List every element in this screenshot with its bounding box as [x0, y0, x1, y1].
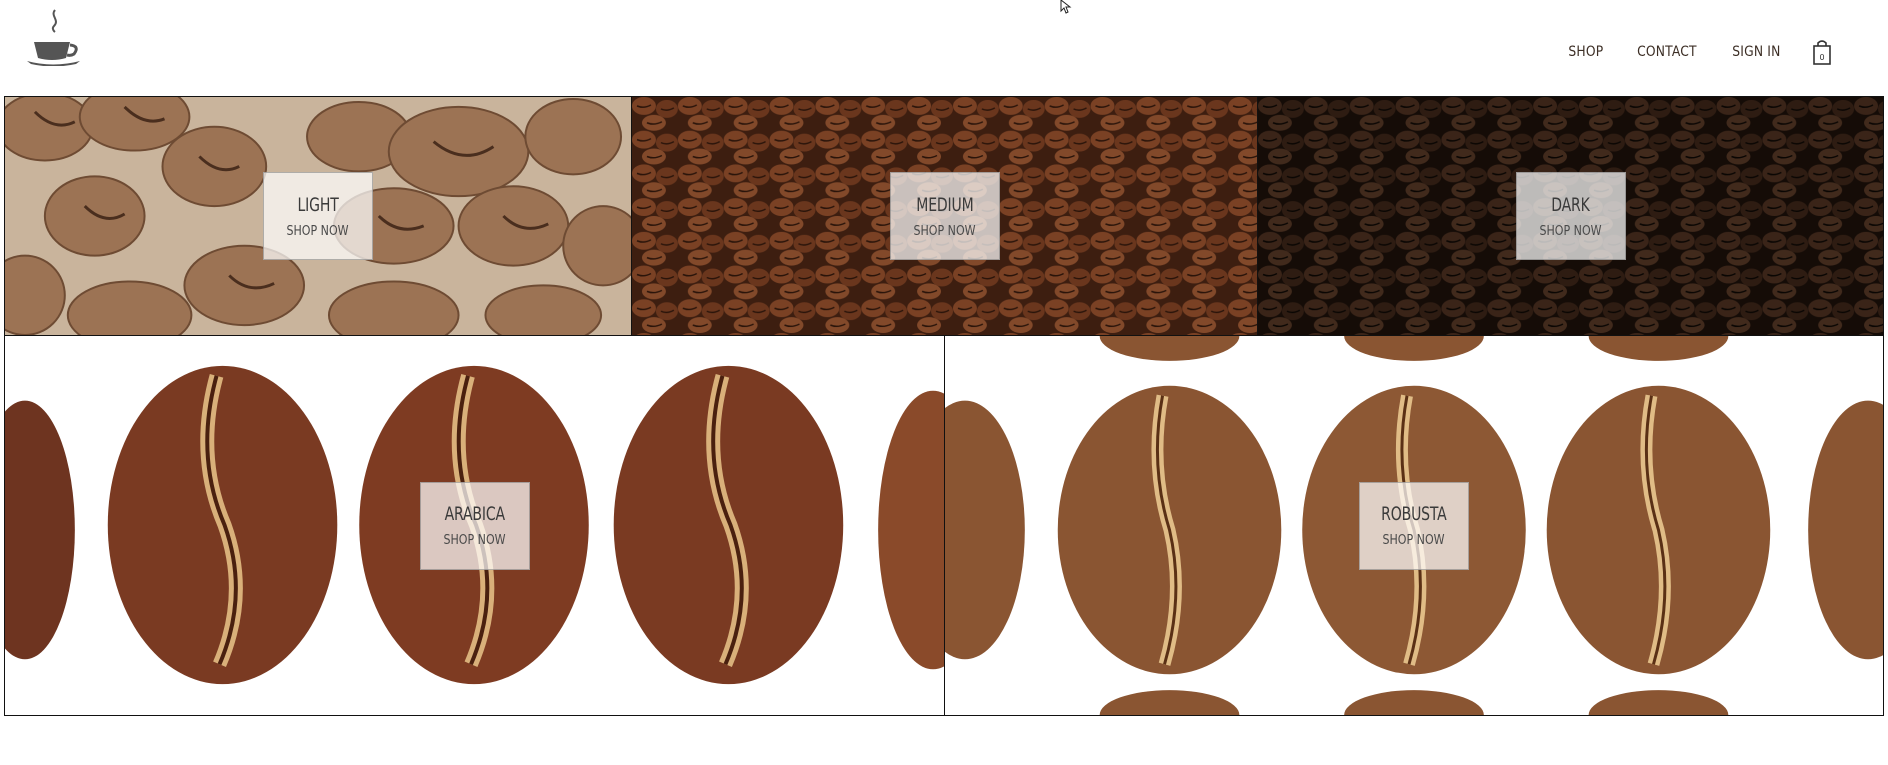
shop-now-link[interactable]: SHOP NOW	[913, 224, 975, 239]
shop-now-link[interactable]: SHOP NOW	[287, 224, 349, 239]
nav-shop-link[interactable]: SHOP	[1568, 44, 1603, 60]
light-roast-card[interactable]: LIGHT SHOP NOW	[263, 172, 373, 260]
nav-contact-link[interactable]: CONTACT	[1637, 44, 1697, 60]
tile-light-roast[interactable]: LIGHT SHOP NOW	[4, 96, 632, 336]
tile-title: ROBUSTA	[1381, 503, 1447, 525]
tile-medium-roast[interactable]: MEDIUM SHOP NOW	[631, 96, 1258, 336]
coffee-cup-logo[interactable]	[24, 4, 82, 66]
medium-roast-card[interactable]: MEDIUM SHOP NOW	[889, 172, 1000, 260]
dark-roast-card[interactable]: DARK SHOP NOW	[1515, 172, 1626, 260]
tile-arabica[interactable]: ARABICA SHOP NOW	[4, 335, 945, 716]
mouse-cursor-icon	[1060, 0, 1072, 14]
nav-sign-in-link[interactable]: SIGN IN	[1732, 44, 1780, 60]
robusta-card[interactable]: ROBUSTA SHOP NOW	[1359, 481, 1469, 570]
tile-title: LIGHT	[297, 193, 339, 216]
tile-title: DARK	[1551, 193, 1590, 216]
tile-title: MEDIUM	[915, 193, 974, 216]
tile-robusta[interactable]: ROBUSTA SHOP NOW	[944, 335, 1884, 716]
cart-count: 0	[1819, 53, 1824, 62]
main-nav: SHOP CONTACT SIGN IN 0	[1538, 38, 1834, 66]
shopping-bag-icon: 0	[1813, 40, 1831, 65]
shop-now-link[interactable]: SHOP NOW	[1383, 533, 1445, 548]
shop-now-link[interactable]: SHOP NOW	[1539, 224, 1601, 239]
tile-title: ARABICA	[444, 503, 505, 525]
cart-button[interactable]: 0	[1810, 38, 1834, 66]
arabica-card[interactable]: ARABICA SHOP NOW	[419, 481, 530, 570]
shop-now-link[interactable]: SHOP NOW	[443, 533, 505, 548]
tile-dark-roast[interactable]: DARK SHOP NOW	[1257, 96, 1884, 336]
